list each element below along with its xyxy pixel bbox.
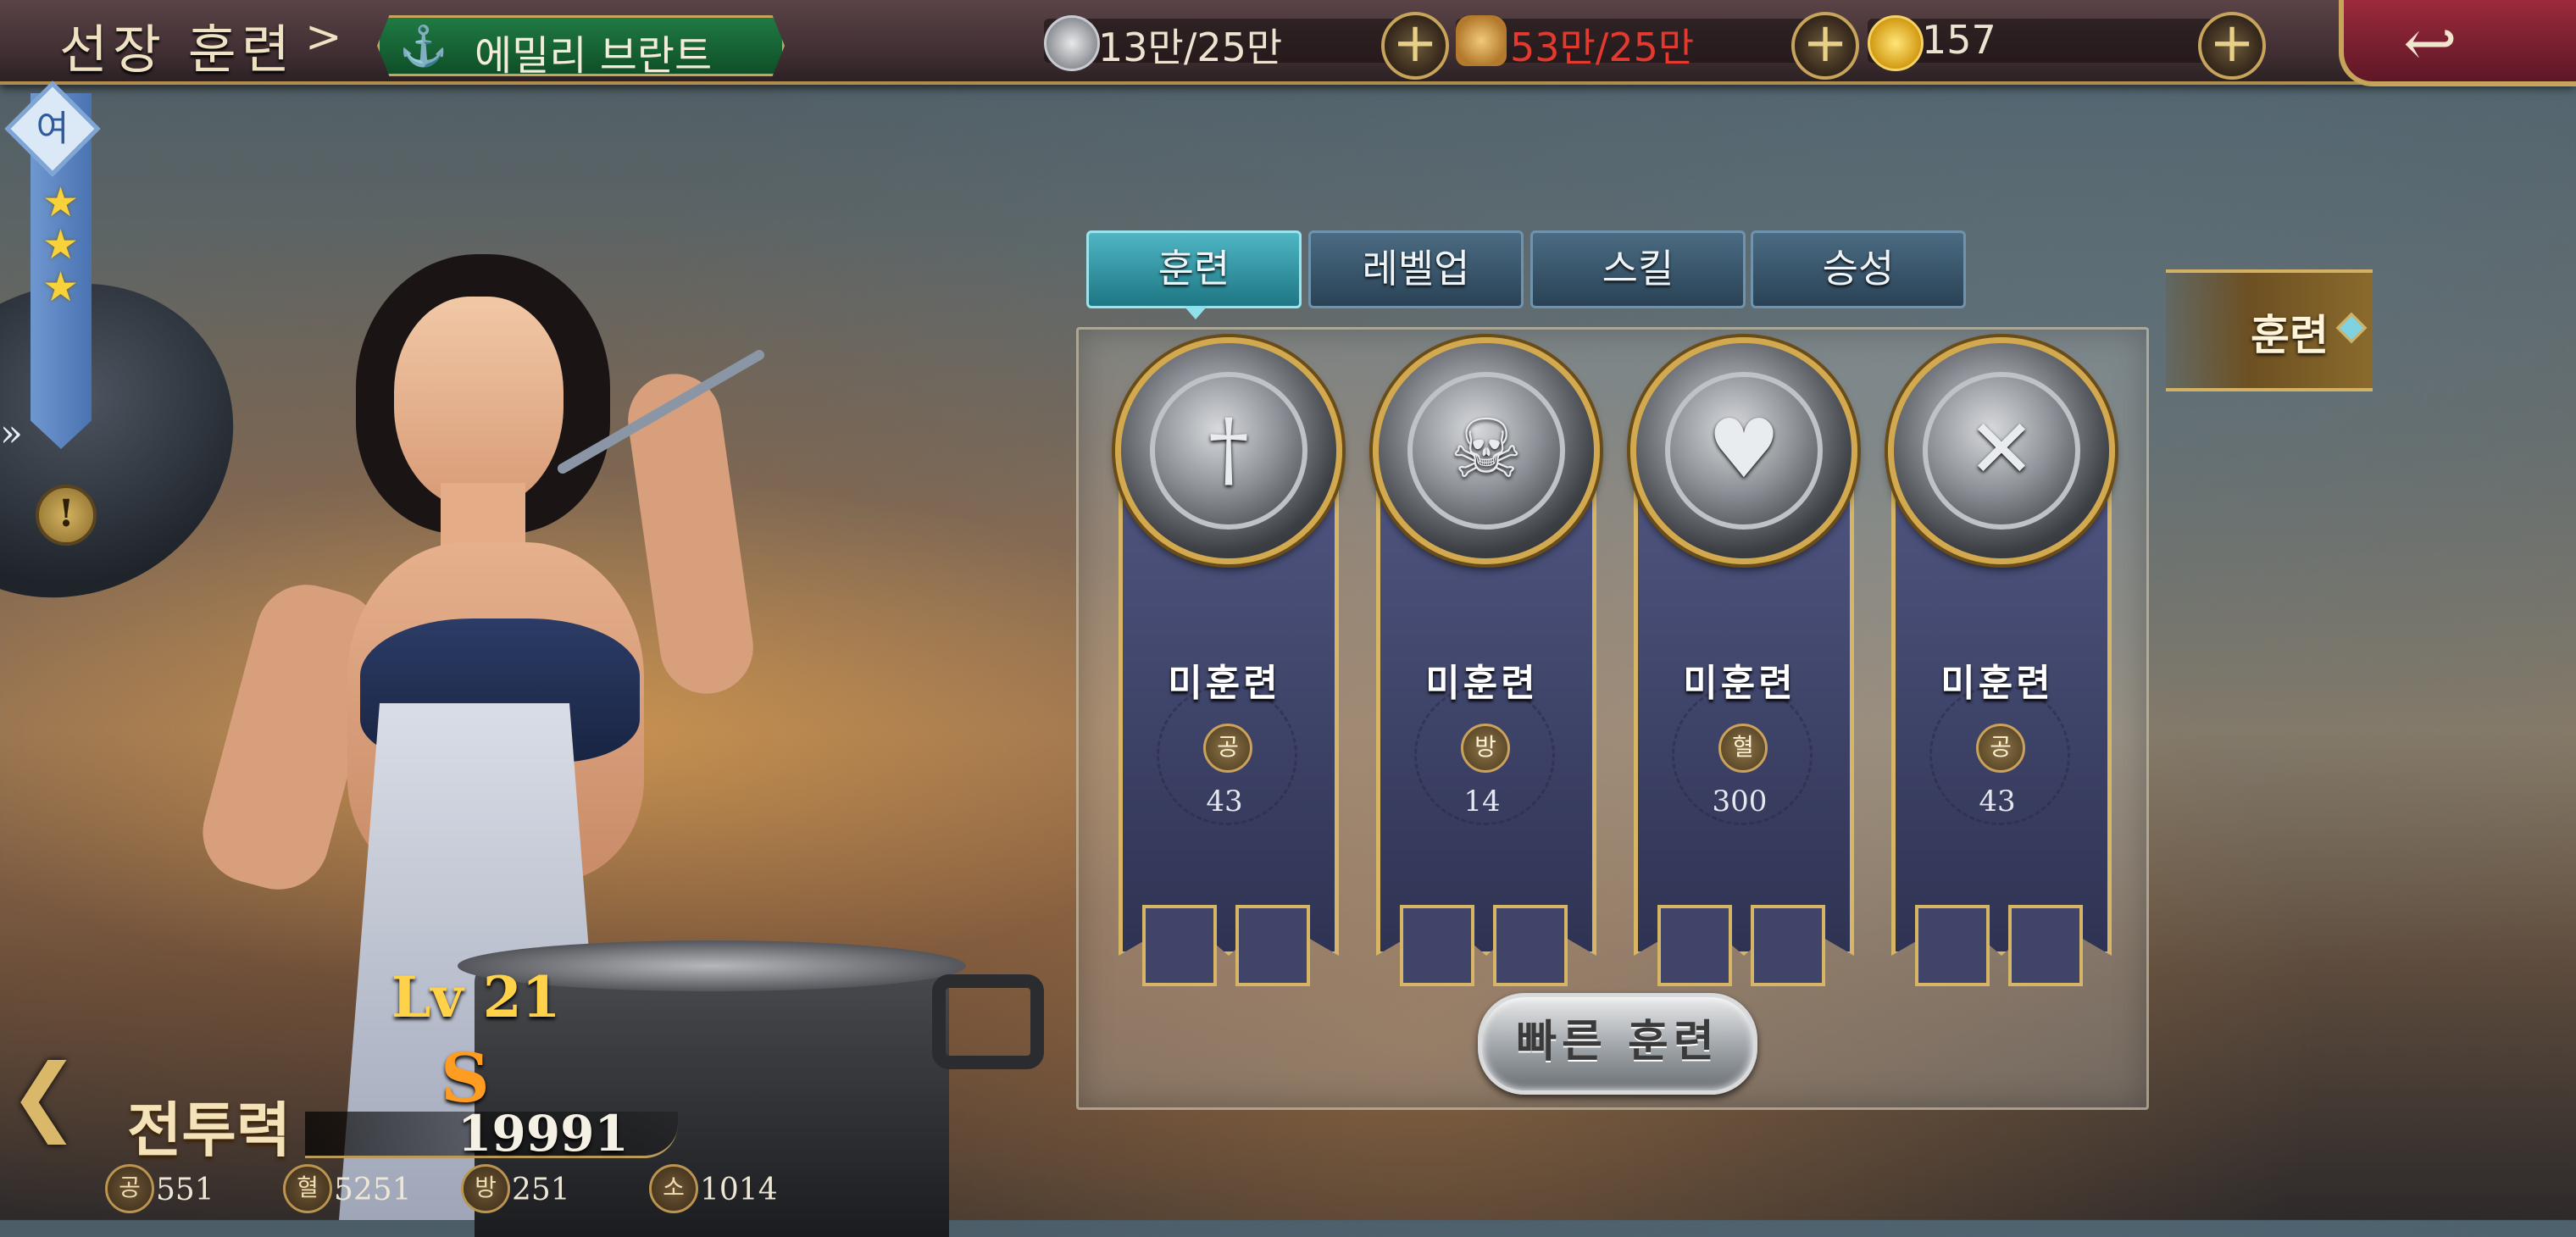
stat-badge: 공 xyxy=(1976,724,2025,773)
silver-resource: 13만/25만 xyxy=(1044,12,1417,71)
training-card[interactable]: ✕ 미훈련 공 43 xyxy=(1883,337,2115,986)
tab-training[interactable]: 훈련 xyxy=(1086,230,1302,319)
gold-resource: 157 xyxy=(1868,12,2240,71)
training-card[interactable]: ♥ 미훈련 혈 300 xyxy=(1625,337,1857,986)
page-title: 선장 훈련 xyxy=(59,19,295,80)
captain-name: 에밀리 브란트 xyxy=(475,32,713,80)
side-tab-label: 훈련 xyxy=(2251,310,2329,360)
training-value: 43 xyxy=(1979,785,2016,818)
combat-power-label: 전투력 xyxy=(127,1095,291,1165)
expand-arrow-icon[interactable]: » xyxy=(0,412,23,455)
silver-coin-icon xyxy=(1044,15,1100,71)
banner-tails xyxy=(1915,905,2085,986)
prev-captain-button[interactable]: ❮ xyxy=(0,1042,136,1145)
add-silver-button[interactable]: + xyxy=(1381,12,1449,80)
stat-badge: 공 xyxy=(1203,724,1252,773)
side-tab-training[interactable]: 훈련 xyxy=(2166,269,2373,391)
training-value: 14 xyxy=(1463,785,1501,818)
pot-handle xyxy=(932,974,1044,1069)
top-bar: 선장 훈련 > ⚓ 에밀리 브란트 13만/25만 + 53만/25만 + 15… xyxy=(0,0,2576,86)
training-card[interactable]: ☠ 미훈련 방 14 xyxy=(1368,337,1600,986)
stat-badge: 방 xyxy=(1461,724,1510,773)
gender-label: 여 xyxy=(36,108,69,149)
tab-level-up[interactable]: 레벨업 xyxy=(1308,230,1524,308)
back-button[interactable]: ↩ xyxy=(2339,0,2576,86)
stat-value: 1014 xyxy=(700,1173,778,1207)
training-card[interactable]: † 미훈련 공 43 xyxy=(1110,337,1342,986)
training-status: 미훈련 xyxy=(1940,662,2054,705)
gem-icon xyxy=(2335,312,2368,344)
combat-power-value: 19991 xyxy=(458,1105,629,1162)
training-status: 미훈련 xyxy=(1168,662,1281,705)
banner-tails xyxy=(1142,905,1312,986)
banner-tails xyxy=(1657,905,1827,986)
portrait-face xyxy=(394,297,564,508)
stat-value: 5251 xyxy=(334,1173,412,1207)
training-status: 미훈련 xyxy=(1425,662,1539,705)
quick-train-button[interactable]: 빠른 훈련 xyxy=(1478,993,1757,1095)
level-label: Lv 21 xyxy=(391,964,561,1030)
emblem-glyph: ✕ xyxy=(1923,372,2080,530)
quick-train-label: 빠른 훈련 xyxy=(1516,1016,1719,1068)
silver-value: 13만/25만 xyxy=(1098,25,1283,70)
stat-badge: 혈 xyxy=(283,1164,332,1213)
bread-value: 53만/25만 xyxy=(1510,25,1695,70)
breadcrumb-arrow-icon: > xyxy=(305,12,342,63)
training-value: 43 xyxy=(1206,785,1243,818)
training-status: 미훈련 xyxy=(1683,662,1796,705)
star-icon: ★ xyxy=(42,263,80,311)
stat-value: 251 xyxy=(512,1173,570,1207)
stat-value: 551 xyxy=(156,1173,214,1207)
emblem-glyph: ☠ xyxy=(1407,372,1565,530)
banner-tails xyxy=(1400,905,1569,986)
crossed-guns-icon: ✕ xyxy=(1888,337,2115,564)
star-icon: ★ xyxy=(42,179,80,226)
gold-coin-icon xyxy=(1868,15,1924,71)
heart-crest-icon: ♥ xyxy=(1630,337,1857,564)
sword-crest-icon: † xyxy=(1115,337,1342,564)
stat-badge: 방 xyxy=(461,1164,510,1213)
add-bread-button[interactable]: + xyxy=(1791,12,1859,80)
add-gold-button[interactable]: + xyxy=(2198,12,2266,80)
emblem-glyph: ♥ xyxy=(1665,372,1823,530)
skull-crest-icon: ☠ xyxy=(1373,337,1600,564)
tab-skill[interactable]: 스킬 xyxy=(1530,230,1746,308)
info-alert-button[interactable]: ! xyxy=(36,485,97,546)
captain-name-plate[interactable]: ⚓ 에밀리 브란트 xyxy=(377,15,785,76)
bread-resource: 53만/25만 xyxy=(1456,12,1829,70)
stat-badge: 소 xyxy=(649,1164,698,1213)
bread-icon xyxy=(1456,15,1507,66)
gold-value: 157 xyxy=(1922,17,1996,63)
return-arrow-icon: ↩ xyxy=(2403,5,2457,80)
emblem-glyph: † xyxy=(1150,372,1307,530)
stat-badge: 혈 xyxy=(1718,724,1768,773)
anchor-wings-icon: ⚓ xyxy=(399,23,448,69)
star-icon: ★ xyxy=(42,221,80,269)
chevron-left-icon: ❮ xyxy=(8,1046,80,1145)
tab-star-up[interactable]: 승성 xyxy=(1751,230,1966,308)
training-value: 300 xyxy=(1712,785,1768,818)
stat-badge: 공 xyxy=(105,1164,154,1213)
